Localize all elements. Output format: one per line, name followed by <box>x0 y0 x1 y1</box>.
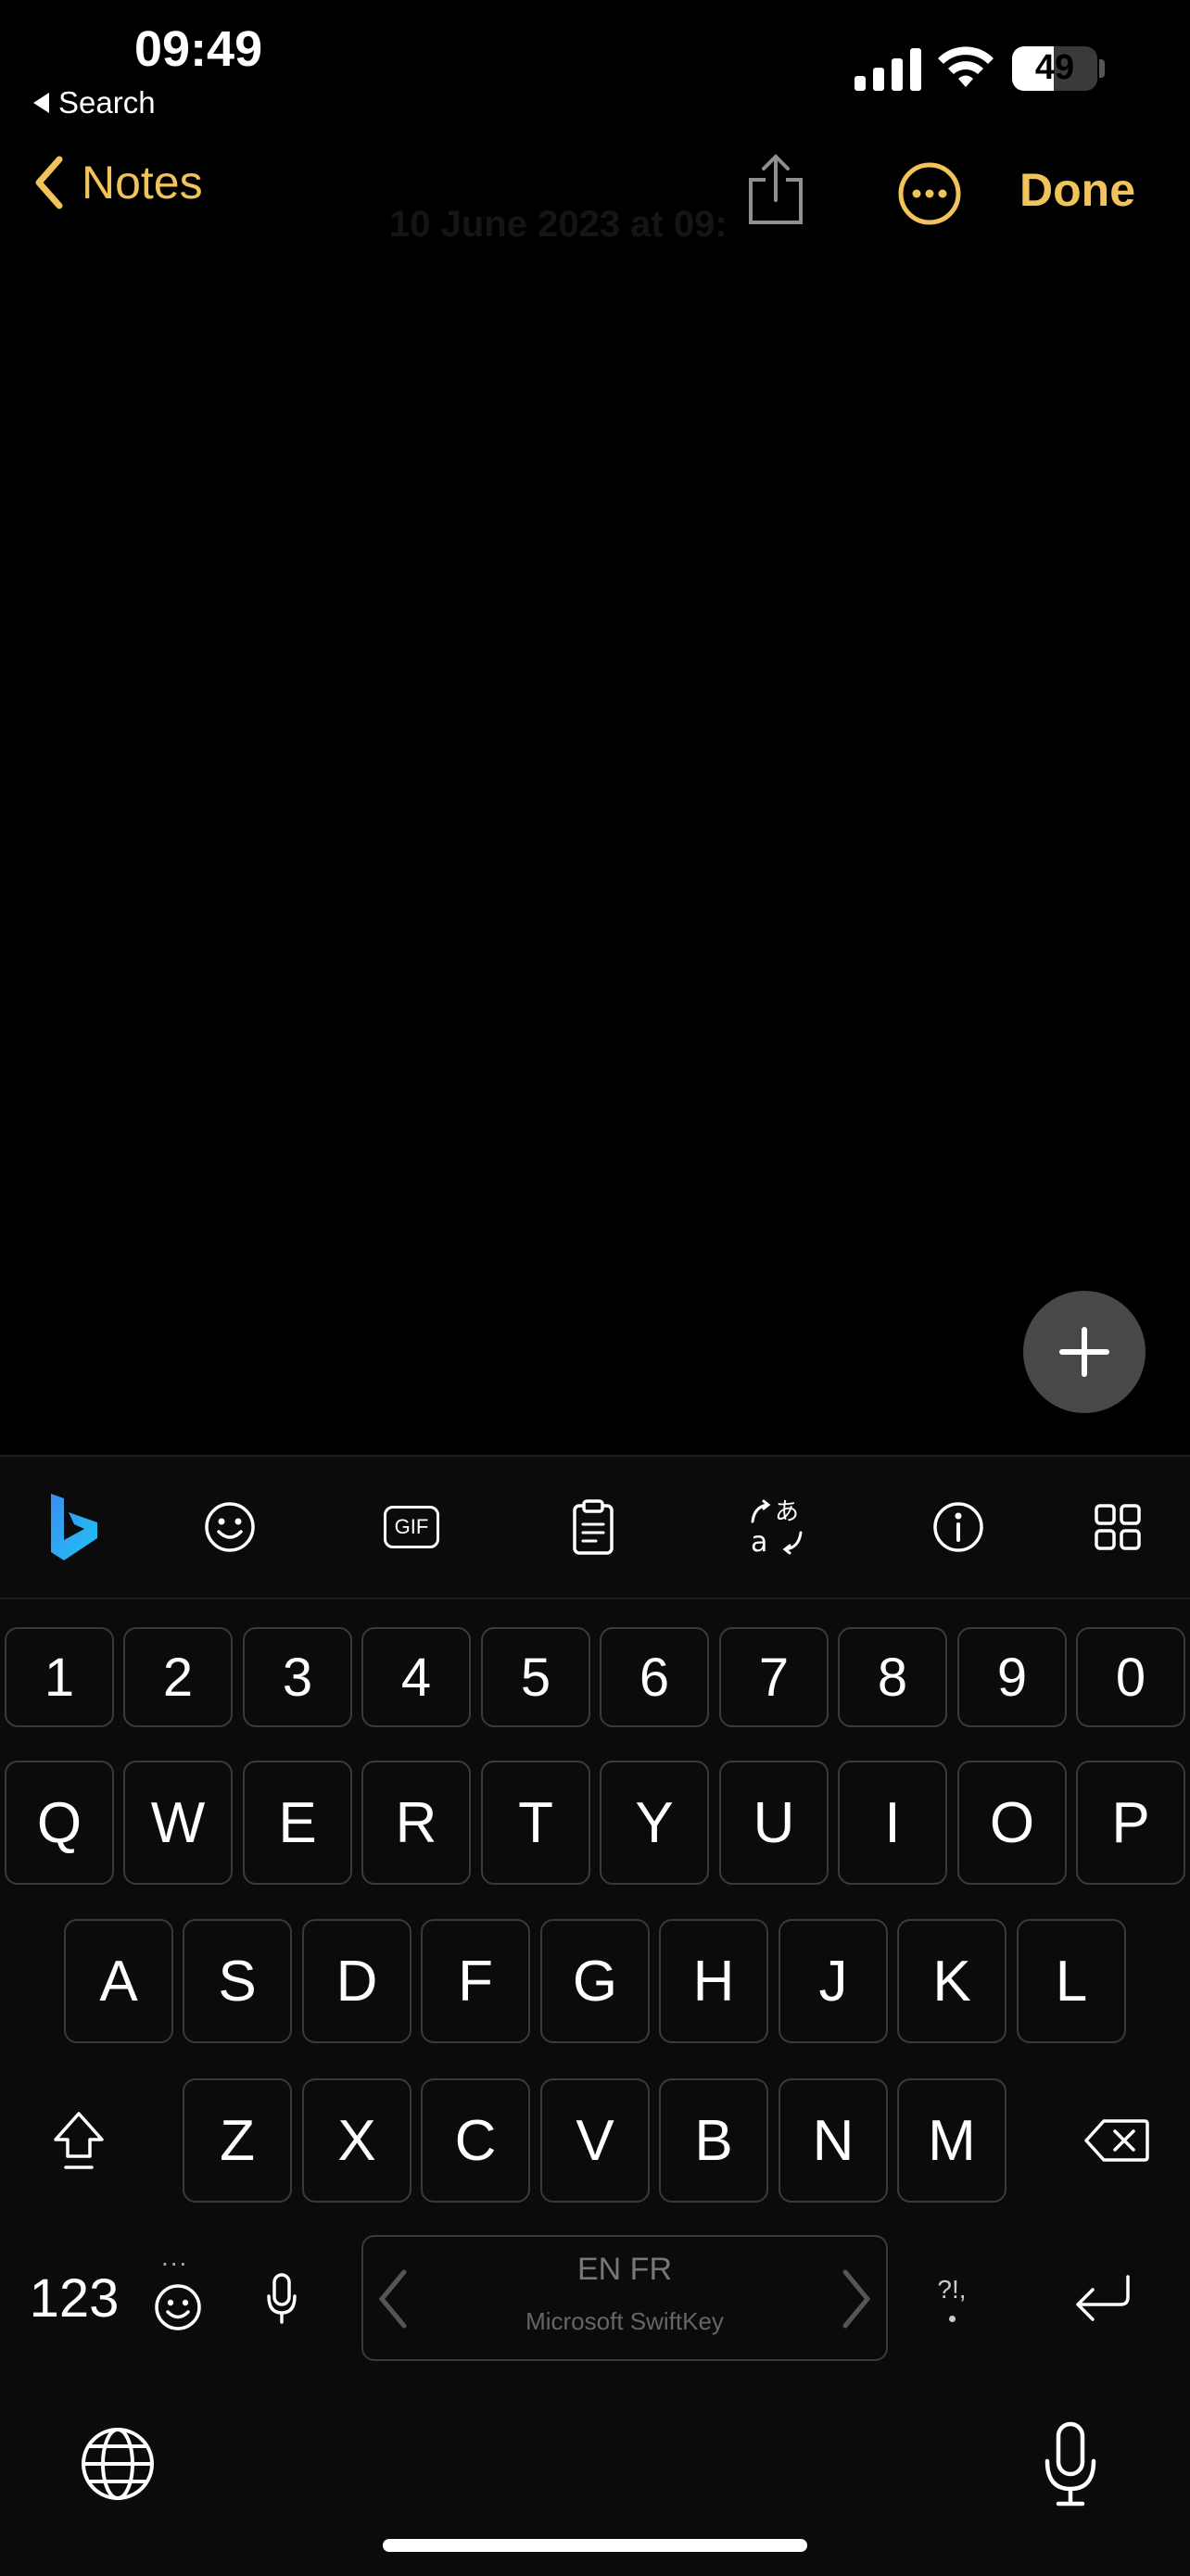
numbers-switch-key[interactable]: 123 <box>19 2242 130 2354</box>
back-triangle-icon <box>33 93 49 113</box>
emoji-icon <box>205 1502 255 1552</box>
gif-label: GIF <box>394 1515 429 1538</box>
gif-icon: GIF <box>384 1506 439 1548</box>
key-1[interactable]: 1 <box>5 1627 114 1727</box>
key-s[interactable]: S <box>183 1919 292 2043</box>
wifi-icon <box>938 46 994 87</box>
add-button[interactable] <box>1023 1291 1146 1413</box>
battery-nub <box>1099 59 1105 78</box>
key-7[interactable]: 7 <box>719 1627 829 1727</box>
return-icon <box>1076 2275 1130 2321</box>
info-button[interactable] <box>921 1490 995 1564</box>
key-p[interactable]: P <box>1076 1761 1185 1885</box>
emoji-key[interactable]: ... <box>139 2242 217 2354</box>
key-u[interactable]: U <box>719 1761 829 1885</box>
key-9[interactable]: 9 <box>957 1627 1067 1727</box>
key-d[interactable]: D <box>302 1919 411 2043</box>
key-0[interactable]: 0 <box>1076 1627 1185 1727</box>
backspace-key[interactable] <box>1066 2078 1168 2203</box>
dictation-microphone-icon[interactable] <box>1044 2420 1097 2507</box>
notes-back-label: Notes <box>82 157 203 208</box>
shift-icon <box>54 2112 104 2169</box>
grid-icon <box>1095 1504 1141 1550</box>
backspace-icon <box>1084 2119 1149 2162</box>
key-2[interactable]: 2 <box>123 1627 233 1727</box>
period-dot <box>948 2315 956 2322</box>
clipboard-icon <box>573 1499 614 1555</box>
done-button[interactable]: Done <box>1019 163 1135 217</box>
key-q[interactable]: Q <box>5 1761 114 1885</box>
shift-key[interactable] <box>28 2078 130 2203</box>
notes-back-button[interactable]: Notes <box>33 156 203 209</box>
key-m[interactable]: M <box>897 2078 1006 2203</box>
more-options-icon[interactable] <box>897 161 962 226</box>
key-n[interactable]: N <box>779 2078 888 2203</box>
key-c[interactable]: C <box>421 2078 530 2203</box>
key-x[interactable]: X <box>302 2078 411 2203</box>
space-bar[interactable]: EN FR Microsoft SwiftKey <box>361 2235 888 2361</box>
info-icon <box>933 1502 983 1552</box>
key-b[interactable]: B <box>659 2078 768 2203</box>
key-z[interactable]: Z <box>183 2078 292 2203</box>
clipboard-button[interactable] <box>556 1490 630 1564</box>
key-t[interactable]: T <box>481 1761 590 1885</box>
return-key[interactable] <box>1057 2242 1149 2354</box>
space-languages: EN FR <box>577 2252 672 2287</box>
emoji-key-dots: ... <box>161 2242 189 2271</box>
grid-button[interactable] <box>1081 1490 1155 1564</box>
key-5[interactable]: 5 <box>481 1627 590 1727</box>
key-k[interactable]: K <box>897 1919 1006 2043</box>
status-time: 09:49 <box>134 21 263 77</box>
chevron-left-icon <box>35 156 63 209</box>
bing-button[interactable] <box>37 1490 111 1564</box>
key-w[interactable]: W <box>123 1761 233 1885</box>
space-brand: Microsoft SwiftKey <box>525 2307 724 2335</box>
translate-icon: あ a <box>751 1498 803 1557</box>
microphone-icon <box>267 2273 297 2324</box>
key-f[interactable]: F <box>421 1919 530 2043</box>
back-to-search-link[interactable]: Search <box>33 85 156 120</box>
key-y[interactable]: Y <box>600 1761 709 1885</box>
globe-icon[interactable] <box>80 2426 156 2502</box>
gif-button[interactable]: GIF <box>374 1490 449 1564</box>
svg-text:あ: あ <box>775 1498 799 1526</box>
bing-icon <box>51 1494 97 1560</box>
key-i[interactable]: I <box>838 1761 947 1885</box>
translate-button[interactable]: あ a <box>740 1490 814 1564</box>
key-l[interactable]: L <box>1017 1919 1126 2043</box>
share-icon[interactable] <box>745 152 806 226</box>
chevron-left-icon <box>378 2269 407 2329</box>
note-title-faded: 10 June 2023 at 09: <box>389 204 728 245</box>
battery-percent: 49 <box>1034 48 1075 87</box>
keyboard-toolbar: GIF あ a <box>0 1457 1190 1599</box>
key-3[interactable]: 3 <box>243 1627 352 1727</box>
punctuation-key[interactable]: ?!, <box>910 2242 994 2354</box>
key-e[interactable]: E <box>243 1761 352 1885</box>
key-r[interactable]: R <box>361 1761 471 1885</box>
key-4[interactable]: 4 <box>361 1627 471 1727</box>
key-g[interactable]: G <box>540 1919 650 2043</box>
key-j[interactable]: J <box>779 1919 888 2043</box>
punctuation-label: ?!, <box>937 2274 967 2304</box>
battery-indicator: 49 <box>1012 46 1097 91</box>
key-a[interactable]: A <box>64 1919 173 2043</box>
key-6[interactable]: 6 <box>600 1627 709 1727</box>
dictation-key[interactable] <box>252 2242 311 2354</box>
emoji-button[interactable] <box>193 1490 267 1564</box>
back-app-label: Search <box>58 85 156 120</box>
home-indicator[interactable] <box>383 2539 807 2552</box>
svg-text:a: a <box>751 1526 767 1557</box>
plus-icon <box>1059 1327 1109 1377</box>
key-v[interactable]: V <box>540 2078 650 2203</box>
chevron-right-icon <box>842 2269 871 2329</box>
key-8[interactable]: 8 <box>838 1627 947 1727</box>
emoji-icon <box>155 2284 201 2330</box>
key-h[interactable]: H <box>659 1919 768 2043</box>
key-o[interactable]: O <box>957 1761 1067 1885</box>
cellular-signal-icon <box>855 48 921 91</box>
